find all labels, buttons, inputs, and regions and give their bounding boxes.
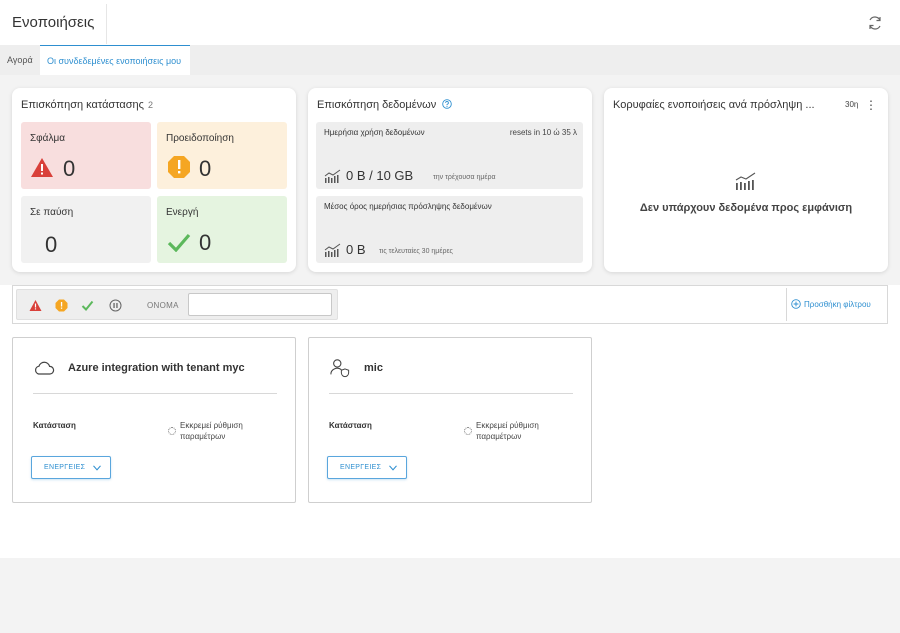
- status-tile-warning-value: 0: [199, 156, 212, 181]
- warning-octagon-icon: [168, 156, 190, 178]
- more-options-icon[interactable]: ⋮: [865, 98, 877, 112]
- daily-usage-reset: resets in 10 ώ 35 λ: [509, 128, 577, 137]
- top-integrations-card: Κορυφαίες ενοποιήσεις ανά πρόσληψη ... 3…: [604, 88, 888, 272]
- help-icon[interactable]: [442, 99, 453, 109]
- add-filter-label: Προσθήκη φίλτρου: [804, 300, 871, 309]
- status-overview-title-text: Επισκόπηση κατάστασης: [21, 99, 144, 111]
- pending-spinner-icon: [464, 427, 472, 435]
- status-tile-active-label: Ενεργή: [166, 207, 199, 218]
- average-intake-label: Μέσος όρος ημερήσιας πρόσληψης δεδομένων: [324, 202, 492, 211]
- card-divider: [329, 393, 573, 394]
- plus-circle-icon: [791, 299, 801, 309]
- status-value: Εκκρεμεί ρύθμιση παραμέτρων: [180, 421, 243, 441]
- integration-card[interactable]: mic Κατάσταση Εκκρεμεί ρύθμιση παραμέτρω…: [308, 337, 592, 503]
- status-tile-warning-label: Προειδοποίηση: [166, 133, 234, 144]
- status-overview-title: Επισκόπηση κατάστασης 2: [21, 99, 153, 111]
- empty-state-text: Δεν υπάρχουν δεδομένα προς εμφάνιση: [639, 202, 853, 214]
- name-filter-input[interactable]: [188, 293, 332, 316]
- data-overview-title: Επισκόπηση δεδομένων: [317, 99, 453, 111]
- integration-name[interactable]: Azure integration with tenant myc: [68, 362, 245, 374]
- error-triangle-icon: [31, 158, 53, 177]
- status-overview-card: Επισκόπηση κατάστασης 2 Σφάλμα 0 Προειδοπ…: [12, 88, 296, 272]
- daily-usage-sub: την τρέχουσα ημέρα: [433, 174, 496, 181]
- status-tile-error[interactable]: Σφάλμα 0: [21, 122, 151, 189]
- period-selector[interactable]: 30η: [845, 100, 858, 109]
- filter-warning-icon[interactable]: [55, 299, 68, 312]
- average-intake-tile: Μέσος όρος ημερήσιας πρόσληψης δεδομένων…: [316, 196, 583, 263]
- data-overview-card: Επισκόπηση δεδομένων Ημερήσια χρήση δεδο…: [308, 88, 592, 272]
- data-chart-icon: [324, 169, 341, 183]
- filter-separator: [786, 288, 787, 321]
- average-intake-value: 0 B: [346, 242, 366, 257]
- page-title: Ενοποιήσεις: [12, 14, 95, 31]
- checkmark-icon: [167, 233, 191, 252]
- header-divider: [106, 4, 107, 44]
- status-tile-active[interactable]: Ενεργή 0: [157, 196, 287, 263]
- actions-dropdown-button[interactable]: ΕΝΕΡΓΕΙΕΣ: [327, 456, 407, 479]
- daily-usage-label: Ημερήσια χρήση δεδομένων: [324, 128, 425, 137]
- tab-bar: Αγορά Οι συνδεδεμένες ενοποιήσεις μου: [0, 45, 900, 75]
- filter-group: ΟΝΟΜΑ: [16, 289, 338, 320]
- status-value: Εκκρεμεί ρύθμιση παραμέτρων: [476, 421, 539, 441]
- status-tile-paused[interactable]: Σε παύση 0: [21, 196, 151, 263]
- status-overview-count: 2: [147, 100, 153, 110]
- filter-paused-icon[interactable]: [109, 299, 122, 312]
- actions-label: ΕΝΕΡΓΕΙΕΣ: [340, 464, 382, 471]
- actions-label: ΕΝΕΡΓΕΙΕΣ: [44, 464, 86, 471]
- filter-error-icon[interactable]: [29, 299, 42, 312]
- status-tile-error-label: Σφάλμα: [30, 133, 65, 144]
- daily-usage-tile: Ημερήσια χρήση δεδομένων resets in 10 ώ …: [316, 122, 583, 189]
- data-chart-icon: [735, 172, 756, 190]
- add-filter-button[interactable]: Προσθήκη φίλτρου: [791, 299, 871, 309]
- tab-marketplace[interactable]: Αγορά: [0, 45, 40, 75]
- status-tile-active-value: 0: [199, 230, 212, 255]
- actions-dropdown-button[interactable]: ΕΝΕΡΓΕΙΕΣ: [31, 456, 111, 479]
- data-overview-title-text: Επισκόπηση δεδομένων: [317, 99, 437, 111]
- user-shield-icon: [330, 359, 350, 378]
- data-chart-icon: [324, 243, 341, 257]
- status-tile-warning[interactable]: Προειδοποίηση 0: [157, 122, 287, 189]
- daily-usage-value: 0 B / 10 GB: [346, 168, 414, 183]
- name-filter-label: ΟΝΟΜΑ: [147, 301, 179, 310]
- status-tile-paused-value: 0: [45, 232, 58, 257]
- top-integrations-title: Κορυφαίες ενοποιήσεις ανά πρόσληψη ...: [613, 99, 815, 111]
- refresh-icon[interactable]: [866, 14, 884, 32]
- average-intake-sub: τις τελευταίες 30 ημέρες: [379, 248, 453, 255]
- chevron-down-icon: [389, 465, 397, 471]
- app-header: Ενοποιήσεις: [0, 0, 900, 45]
- integration-card[interactable]: Azure integration with tenant myc Κατάστ…: [12, 337, 296, 503]
- chevron-down-icon: [93, 465, 101, 471]
- status-tile-paused-label: Σε παύση: [30, 207, 74, 218]
- card-divider: [33, 393, 277, 394]
- filter-bar: ΟΝΟΜΑ: [12, 285, 888, 324]
- status-label: Κατάσταση: [33, 421, 76, 430]
- status-label: Κατάσταση: [329, 421, 372, 430]
- cloud-icon: [35, 361, 55, 375]
- status-tile-error-value: 0: [63, 156, 76, 181]
- tab-my-integrations[interactable]: Οι συνδεδεμένες ενοποιήσεις μου: [40, 45, 190, 75]
- filter-active-icon[interactable]: [81, 299, 94, 312]
- pending-spinner-icon: [168, 427, 176, 435]
- integration-name[interactable]: mic: [364, 362, 383, 374]
